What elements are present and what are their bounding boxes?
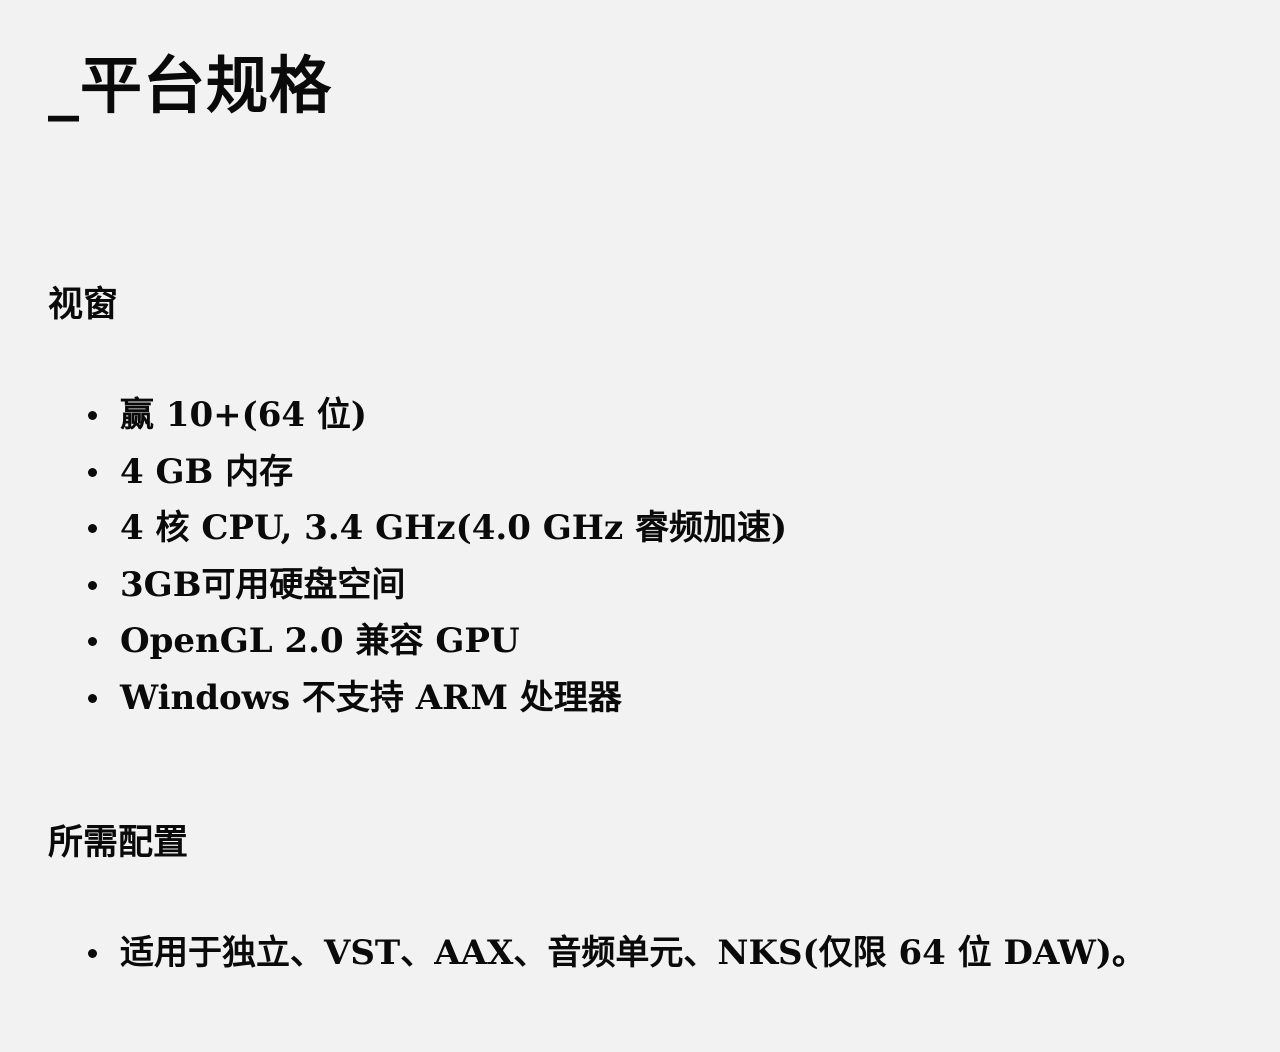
list-item-text: Windows 不支持 ARM 处理器 (120, 677, 622, 718)
list-item: 4 GB 内存 (82, 446, 787, 503)
bullet-icon (88, 637, 97, 646)
section-heading-requirements: 所需配置 (48, 823, 189, 863)
list-item: 适用于独立、VST、AAX、音频单元、NKS(仅限 64 位 DAW)。 (82, 927, 1146, 984)
bullet-icon (88, 693, 97, 703)
list-item: 3GB可用硬盘空间 (82, 559, 787, 616)
list-item: 赢 10+(64 位) (82, 389, 787, 446)
list-item-text: 3GB可用硬盘空间 (120, 564, 406, 605)
list-item-text: OpenGL 2.0 兼容 GPU (120, 621, 520, 661)
document-page: _平台规格 视窗 赢 10+(64 位) 4 GB 内存 4 核 CPU, 3.… (0, 0, 1280, 1052)
list-item-text: 适用于独立、VST、AAX、音频单元、NKS(仅限 64 位 DAW)。 (120, 933, 1146, 973)
bullet-icon (88, 411, 97, 420)
windows-spec-list: 赢 10+(64 位) 4 GB 内存 4 核 CPU, 3.4 GHz(4.0… (82, 389, 787, 728)
section-heading-windows: 视窗 (48, 285, 119, 325)
bullet-icon (88, 467, 97, 477)
list-item-text: 4 核 CPU, 3.4 GHz(4.0 GHz 睿频加速) (120, 508, 788, 548)
list-item: Windows 不支持 ARM 处理器 (82, 672, 787, 729)
list-item-text: 4 GB 内存 (120, 451, 294, 492)
bullet-icon (88, 524, 97, 533)
list-item: 4 核 CPU, 3.4 GHz(4.0 GHz 睿频加速) (82, 502, 787, 559)
bullet-icon (88, 949, 97, 958)
list-item: OpenGL 2.0 兼容 GPU (82, 615, 787, 672)
requirements-list: 适用于独立、VST、AAX、音频单元、NKS(仅限 64 位 DAW)。 (82, 927, 1146, 984)
list-item-text: 赢 10+(64 位) (120, 395, 367, 435)
bullet-icon (88, 580, 97, 590)
page-title: _平台规格 (48, 49, 333, 122)
